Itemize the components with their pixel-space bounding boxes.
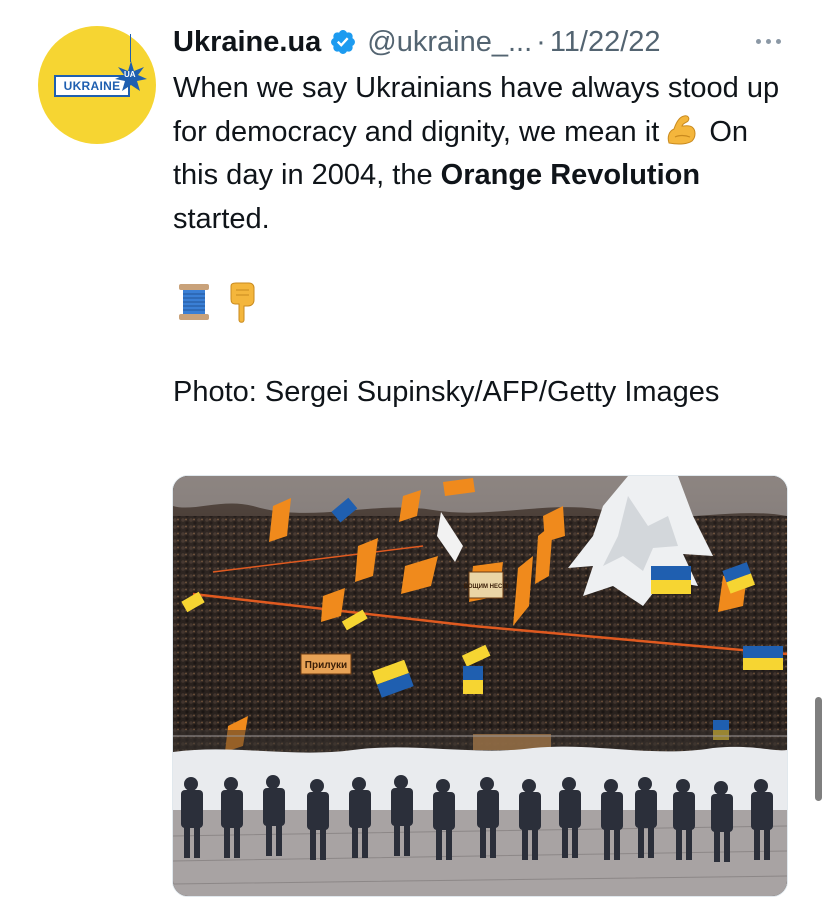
tweet-header: Ukraine.ua @ukraine_... · 11/22/22 (173, 23, 661, 61)
display-name[interactable]: Ukraine.ua (173, 23, 321, 61)
photo-sign-text-2: ВОЩИМ НЕСВІ (464, 584, 509, 590)
scrollbar-thumb[interactable] (815, 697, 822, 801)
timestamp[interactable]: 11/22/22 (550, 23, 661, 61)
photo-credit-text: Photo: Sergei Supinsky/AFP/Getty Images (173, 376, 720, 408)
user-handle[interactable]: @ukraine_... (367, 23, 532, 61)
separator-dot: · (536, 26, 546, 58)
tweet-text: When we say Ukrainians have always stood… (173, 67, 793, 241)
avatar-logo-suffix: UA (124, 70, 136, 79)
verified-badge-icon (331, 30, 356, 54)
photo-sign-text-1: Прилуки (305, 660, 347, 671)
avatar[interactable]: UKRAINE UA (38, 26, 156, 144)
thread-spool-emoji (179, 284, 209, 320)
flexed-biceps-emoji (667, 114, 696, 145)
pointing-down-emoji (230, 282, 255, 323)
more-horizontal-icon[interactable] (752, 36, 784, 48)
tweet[interactable]: UKRAINE UA Ukraine.ua @ukraine_... · 11/… (0, 0, 827, 910)
tweet-photo[interactable]: Прилуки ВОЩИМ НЕСВІ (172, 475, 788, 897)
avatar-thread-decoration (130, 34, 131, 62)
tweet-text-part3: started. (173, 202, 270, 235)
photo-orange-revolution-crowd: Прилуки ВОЩИМ НЕСВІ (173, 476, 787, 896)
tweet-text-bold[interactable]: Orange Revolution (441, 159, 700, 191)
